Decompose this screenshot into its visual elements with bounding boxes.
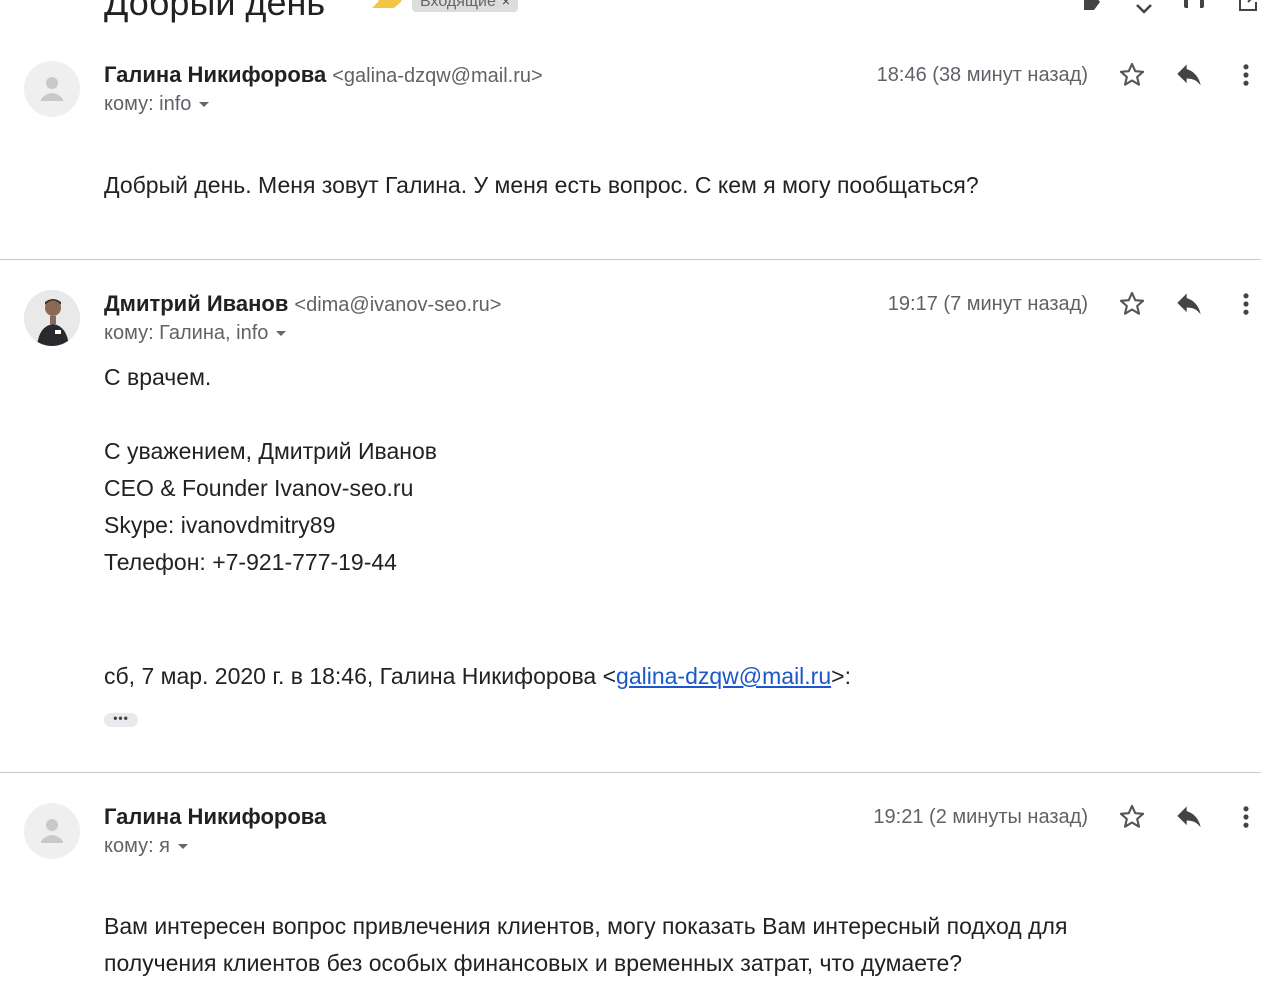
show-trimmed-content-button[interactable]: •••: [104, 712, 138, 727]
recipients-toggle[interactable]: кому: я: [104, 835, 189, 858]
more-vert-icon[interactable]: [1232, 803, 1260, 831]
message-timestamp: 19:17 (7 минут назад): [887, 293, 1088, 315]
sender: Галина Никифорова: [104, 804, 326, 830]
message-divider: [0, 772, 1261, 773]
person-icon: [41, 77, 63, 101]
important-marker-icon[interactable]: [372, 0, 402, 8]
message-timestamp: 18:46 (38 минут назад): [876, 64, 1088, 86]
message-timestamp: 19:21 (2 минуты назад): [873, 806, 1088, 828]
quoted-email-link[interactable]: galina-dzqw@mail.ru: [616, 663, 831, 689]
caret-down-icon: [276, 331, 287, 337]
avatar[interactable]: [24, 61, 80, 117]
reply-icon[interactable]: [1175, 61, 1203, 89]
sender-name: Галина Никифорова: [104, 62, 327, 87]
signature-line: Skype: ivanovdmitry89: [104, 512, 336, 538]
recipients-text: кому: я: [104, 835, 171, 857]
message-divider: [0, 259, 1261, 260]
thread-subject: Добрый день: [104, 0, 326, 23]
caret-down-icon: [199, 102, 210, 108]
sender-name: Дмитрий Иванов: [104, 291, 289, 316]
print-icon[interactable]: [1182, 0, 1206, 14]
sender-name: Галина Никифорова: [104, 804, 327, 829]
sender-email: <dima@ivanov-seo.ru>: [294, 294, 502, 316]
sender-email: <galina-dzqw@mail.ru>: [332, 65, 543, 87]
sender: Галина Никифорова <galina-dzqw@mail.ru>: [104, 62, 543, 88]
body-line: получения клиентов без особых финансовых…: [104, 950, 963, 976]
signature-line: CEO & Founder Ivanov-seo.ru: [104, 475, 414, 501]
sender: Дмитрий Иванов <dima@ivanov-seo.ru>: [104, 291, 501, 317]
body-line: С врачем.: [104, 364, 212, 390]
message-body: Вам интересен вопрос привлечения клиенто…: [104, 908, 1067, 982]
more-vert-icon[interactable]: [1232, 61, 1260, 89]
more-vert-icon[interactable]: [1232, 290, 1260, 318]
signature-line: С уважением, Дмитрий Иванов: [104, 438, 438, 464]
avatar-photo[interactable]: [24, 290, 80, 346]
recipients-toggle[interactable]: кому: info: [104, 93, 210, 116]
quote-suffix: >:: [831, 663, 851, 689]
signature-line: Телефон: +7-921-777-19-44: [104, 549, 397, 575]
star-icon[interactable]: [1118, 290, 1146, 318]
person-photo-icon: [24, 290, 80, 346]
quote-prefix: сб, 7 мар. 2020 г. в 18:46, Галина Никиф…: [104, 663, 617, 689]
message-body: Добрый день. Меня зовут Галина. У меня е…: [104, 167, 979, 204]
body-line: Добрый день. Меня зовут Галина. У меня е…: [104, 172, 979, 198]
caret-down-icon: [178, 844, 189, 850]
chevron-down-icon[interactable]: [1132, 0, 1156, 20]
star-icon[interactable]: [1118, 61, 1146, 89]
open-in-new-window-icon[interactable]: [1236, 0, 1260, 14]
reply-icon[interactable]: [1175, 803, 1203, 831]
remove-label-button[interactable]: ×: [502, 0, 510, 9]
inbox-label-text: Входящие: [420, 0, 496, 10]
recipients-toggle[interactable]: кому: Галина, info: [104, 322, 287, 345]
avatar[interactable]: [24, 803, 80, 859]
star-icon[interactable]: [1118, 803, 1146, 831]
body-line: Вам интересен вопрос привлечения клиенто…: [104, 913, 1068, 939]
quoted-header: сб, 7 мар. 2020 г. в 18:46, Галина Никиф…: [104, 658, 851, 695]
message-body: С врачем.: [104, 359, 211, 396]
forward-icon[interactable]: [1080, 0, 1104, 14]
signature: С уважением, Дмитрий Иванов CEO & Founde…: [104, 433, 437, 581]
reply-icon[interactable]: [1175, 290, 1203, 318]
recipients-text: кому: Галина, info: [104, 322, 269, 344]
person-icon: [41, 819, 63, 843]
inbox-label-chip: Входящие ×: [412, 0, 519, 12]
email-thread-view: Добрый день Входящие × Галина Никифорова <…: [0, 0, 1280, 988]
recipients-text: кому: info: [104, 93, 192, 115]
